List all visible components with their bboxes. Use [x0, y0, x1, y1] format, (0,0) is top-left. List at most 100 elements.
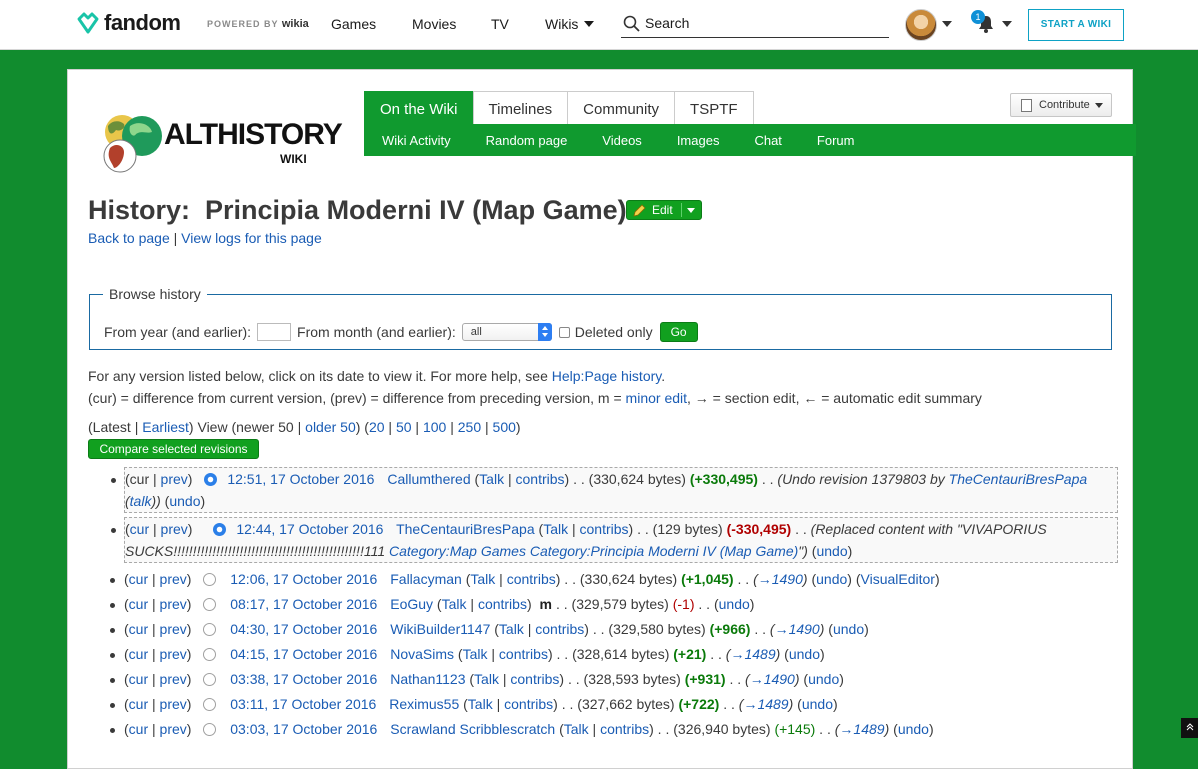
revision-date-link[interactable]: 08:17, 17 October 2016 [230, 596, 377, 612]
prev-link[interactable]: prev [160, 721, 187, 737]
back-to-page-link[interactable]: Back to page [88, 230, 170, 246]
limit-100-link[interactable]: 100 [423, 419, 446, 435]
talk-link[interactable]: Talk [442, 596, 467, 612]
subnav-videos[interactable]: Videos [602, 133, 642, 148]
year-input[interactable] [257, 323, 292, 341]
chevron-down-icon[interactable] [942, 21, 952, 27]
user-link[interactable]: Callumthered [387, 471, 470, 487]
section-link[interactable]: →1490 [750, 671, 795, 687]
revision-radio[interactable] [203, 598, 217, 611]
subnav-wiki-activity[interactable]: Wiki Activity [382, 133, 451, 148]
cur-link[interactable]: cur [129, 646, 148, 662]
compare-selected-revisions-button[interactable]: Compare selected revisions [88, 439, 259, 459]
undo-link[interactable]: undo [808, 671, 839, 687]
summary-talk-link[interactable]: talk [130, 493, 152, 509]
revision-date-link[interactable]: 12:44, 17 October 2016 [236, 521, 383, 537]
scroll-to-top-button[interactable] [1181, 718, 1198, 738]
undo-link[interactable]: undo [719, 596, 750, 612]
minor-edit-link[interactable]: minor edit [626, 390, 687, 406]
start-a-wiki-button[interactable]: START A WIKI [1028, 9, 1124, 41]
cur-link[interactable]: cur [129, 621, 148, 637]
contribs-link[interactable]: contribs [478, 596, 527, 612]
subnav-forum[interactable]: Forum [817, 133, 855, 148]
cur-link[interactable]: cur [129, 596, 148, 612]
nav-wikis[interactable]: Wikis [545, 16, 595, 32]
revision-radio[interactable] [203, 673, 217, 686]
undo-link[interactable]: undo [816, 571, 847, 587]
revision-date-link[interactable]: 12:51, 17 October 2016 [227, 471, 374, 487]
nav-tv[interactable]: TV [491, 16, 509, 32]
talk-link[interactable]: Talk [468, 696, 493, 712]
contribs-link[interactable]: contribs [535, 621, 584, 637]
earliest-link[interactable]: Earliest [142, 419, 189, 435]
wiki-logo[interactable]: ALTHISTORY WIKI [94, 112, 343, 174]
undo-link[interactable]: undo [816, 543, 847, 559]
prev-link[interactable]: prev [160, 646, 187, 662]
visualeditor-tag-link[interactable]: VisualEditor [861, 571, 935, 587]
talk-link[interactable]: Talk [463, 646, 488, 662]
tab-tsptf[interactable]: TSPTF [674, 91, 754, 127]
contribute-button[interactable]: Contribute [1010, 93, 1112, 117]
section-link[interactable]: →1489 [730, 646, 775, 662]
section-link[interactable]: →1489 [839, 721, 884, 737]
talk-link[interactable]: Talk [470, 571, 495, 587]
user-link[interactable]: Nathan1123 [390, 671, 465, 687]
section-link[interactable]: →1490 [775, 621, 820, 637]
cur-link[interactable]: cur [129, 721, 148, 737]
tab-timelines[interactable]: Timelines [472, 91, 569, 127]
undo-link[interactable]: undo [898, 721, 929, 737]
summary-user-link[interactable]: TheCentauriBresPapa [949, 471, 1088, 487]
nav-games[interactable]: Games [331, 16, 376, 32]
prev-link[interactable]: prev [160, 671, 187, 687]
chevron-down-icon[interactable] [687, 208, 695, 213]
section-link[interactable]: →1490 [758, 571, 803, 587]
contribs-link[interactable]: contribs [507, 571, 556, 587]
cur-link[interactable]: cur [129, 671, 148, 687]
prev-link[interactable]: prev [160, 596, 187, 612]
talk-link[interactable]: Talk [479, 471, 504, 487]
contribs-link[interactable]: contribs [516, 471, 565, 487]
contribs-link[interactable]: contribs [510, 671, 559, 687]
prev-link[interactable]: prev [161, 521, 188, 537]
user-link[interactable]: Fallacyman [390, 571, 462, 587]
limit-50-link[interactable]: 50 [396, 419, 412, 435]
view-logs-link[interactable]: View logs for this page [181, 230, 322, 246]
talk-link[interactable]: Talk [543, 521, 568, 537]
contribs-link[interactable]: contribs [504, 696, 553, 712]
subnav-images[interactable]: Images [677, 133, 720, 148]
limit-500-link[interactable]: 500 [493, 419, 516, 435]
limit-250-link[interactable]: 250 [458, 419, 481, 435]
user-link[interactable]: Scrawland Scribblescratch [390, 721, 555, 737]
undo-link[interactable]: undo [802, 696, 833, 712]
revision-date-link[interactable]: 03:38, 17 October 2016 [230, 671, 377, 687]
avatar[interactable] [905, 9, 937, 41]
undo-link[interactable]: undo [833, 621, 864, 637]
revision-date-link[interactable]: 03:03, 17 October 2016 [230, 721, 377, 737]
contribs-link[interactable]: contribs [600, 721, 649, 737]
older-50-link[interactable]: older 50 [305, 419, 356, 435]
cur-link[interactable]: cur [129, 571, 148, 587]
edit-button[interactable]: Edit [626, 200, 702, 220]
talk-link[interactable]: Talk [474, 671, 499, 687]
revision-radio-new[interactable] [213, 523, 227, 536]
contribs-link[interactable]: contribs [499, 646, 548, 662]
revision-radio[interactable] [203, 573, 217, 586]
section-link[interactable]: →1489 [743, 696, 788, 712]
subnav-random-page[interactable]: Random page [486, 133, 568, 148]
revision-radio[interactable] [203, 648, 217, 661]
undo-link[interactable]: undo [789, 646, 820, 662]
prev-link[interactable]: prev [161, 471, 188, 487]
help-page-history-link[interactable]: Help:Page history [552, 368, 661, 384]
user-link[interactable]: TheCentauriBresPapa [396, 521, 535, 537]
cur-link[interactable]: cur [130, 521, 149, 537]
chevron-down-icon[interactable] [1002, 21, 1012, 27]
prev-link[interactable]: prev [160, 571, 187, 587]
revision-date-link[interactable]: 04:30, 17 October 2016 [230, 621, 377, 637]
revision-date-link[interactable]: 03:11, 17 October 2016 [230, 696, 376, 712]
prev-link[interactable]: prev [160, 696, 187, 712]
user-link[interactable]: EoGuy [390, 596, 433, 612]
contribs-link[interactable]: contribs [580, 521, 629, 537]
search-box[interactable] [621, 12, 889, 38]
user-link[interactable]: NovaSims [390, 646, 454, 662]
undo-link[interactable]: undo [169, 493, 200, 509]
